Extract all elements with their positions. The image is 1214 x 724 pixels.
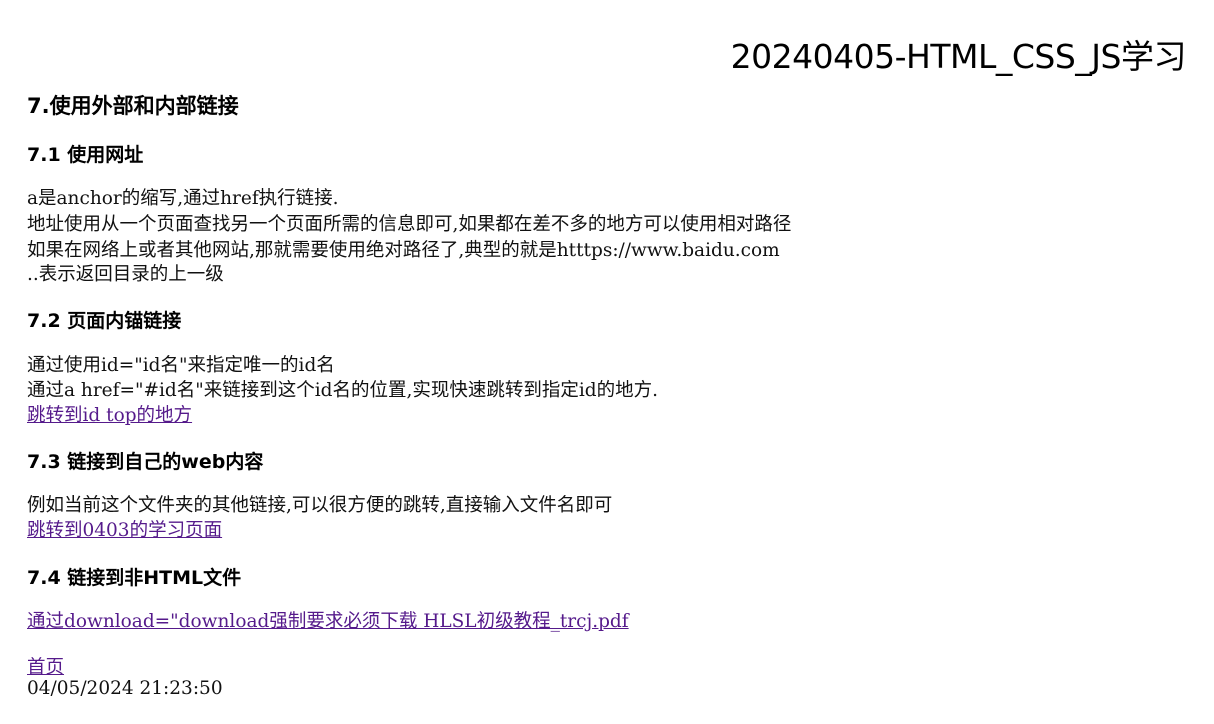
text-line: ..表示返回目录的上一级 (27, 264, 224, 285)
jump-to-top-link[interactable]: 跳转到id top的地方 (27, 405, 192, 426)
link-line: 跳转到0403的学习页面 (27, 516, 222, 542)
link-line: 通过download="download强制要求必须下载 HLSL初级教程_tr… (27, 607, 629, 633)
timestamp: 04/05/2024 21:23:50 (27, 678, 223, 699)
footer-home: 首页 (27, 653, 64, 679)
text-line: a是anchor的缩写,通过href执行链接. (27, 188, 339, 209)
section-heading-links: 7.使用外部和内部链接 (27, 94, 239, 118)
subsection-heading-anchor: 7.2 页面内锚链接 (27, 310, 182, 332)
text-line: 通过a href="#id名"来链接到这个id名的位置,实现快速跳转到指定id的… (27, 380, 659, 401)
home-link[interactable]: 首页 (27, 657, 64, 678)
text-line: 如果在网络上或者其他网站,那就需要使用绝对路径了,典型的就是htttps://w… (27, 240, 780, 261)
text-line: 地址使用从一个页面查找另一个页面所需的信息即可,如果都在差不多的地方可以使用相对… (27, 214, 792, 235)
subsection-heading-non-html: 7.4 链接到非HTML文件 (27, 567, 242, 589)
text-line: 例如当前这个文件夹的其他链接,可以很方便的跳转,直接输入文件名即可 (27, 495, 613, 516)
subsection-heading-url: 7.1 使用网址 (27, 144, 144, 166)
link-line: 跳转到id top的地方 (27, 401, 192, 427)
text-line: 通过使用id="id名"来指定唯一的id名 (27, 355, 335, 376)
page-title: 20240405-HTML_CSS_JS学习 (730, 37, 1187, 76)
subsection-heading-web-content: 7.3 链接到自己的web内容 (27, 451, 264, 473)
study-page-0403-link[interactable]: 跳转到0403的学习页面 (27, 520, 222, 541)
pdf-download-link[interactable]: 通过download="download强制要求必须下载 HLSL初级教程_tr… (27, 611, 629, 632)
